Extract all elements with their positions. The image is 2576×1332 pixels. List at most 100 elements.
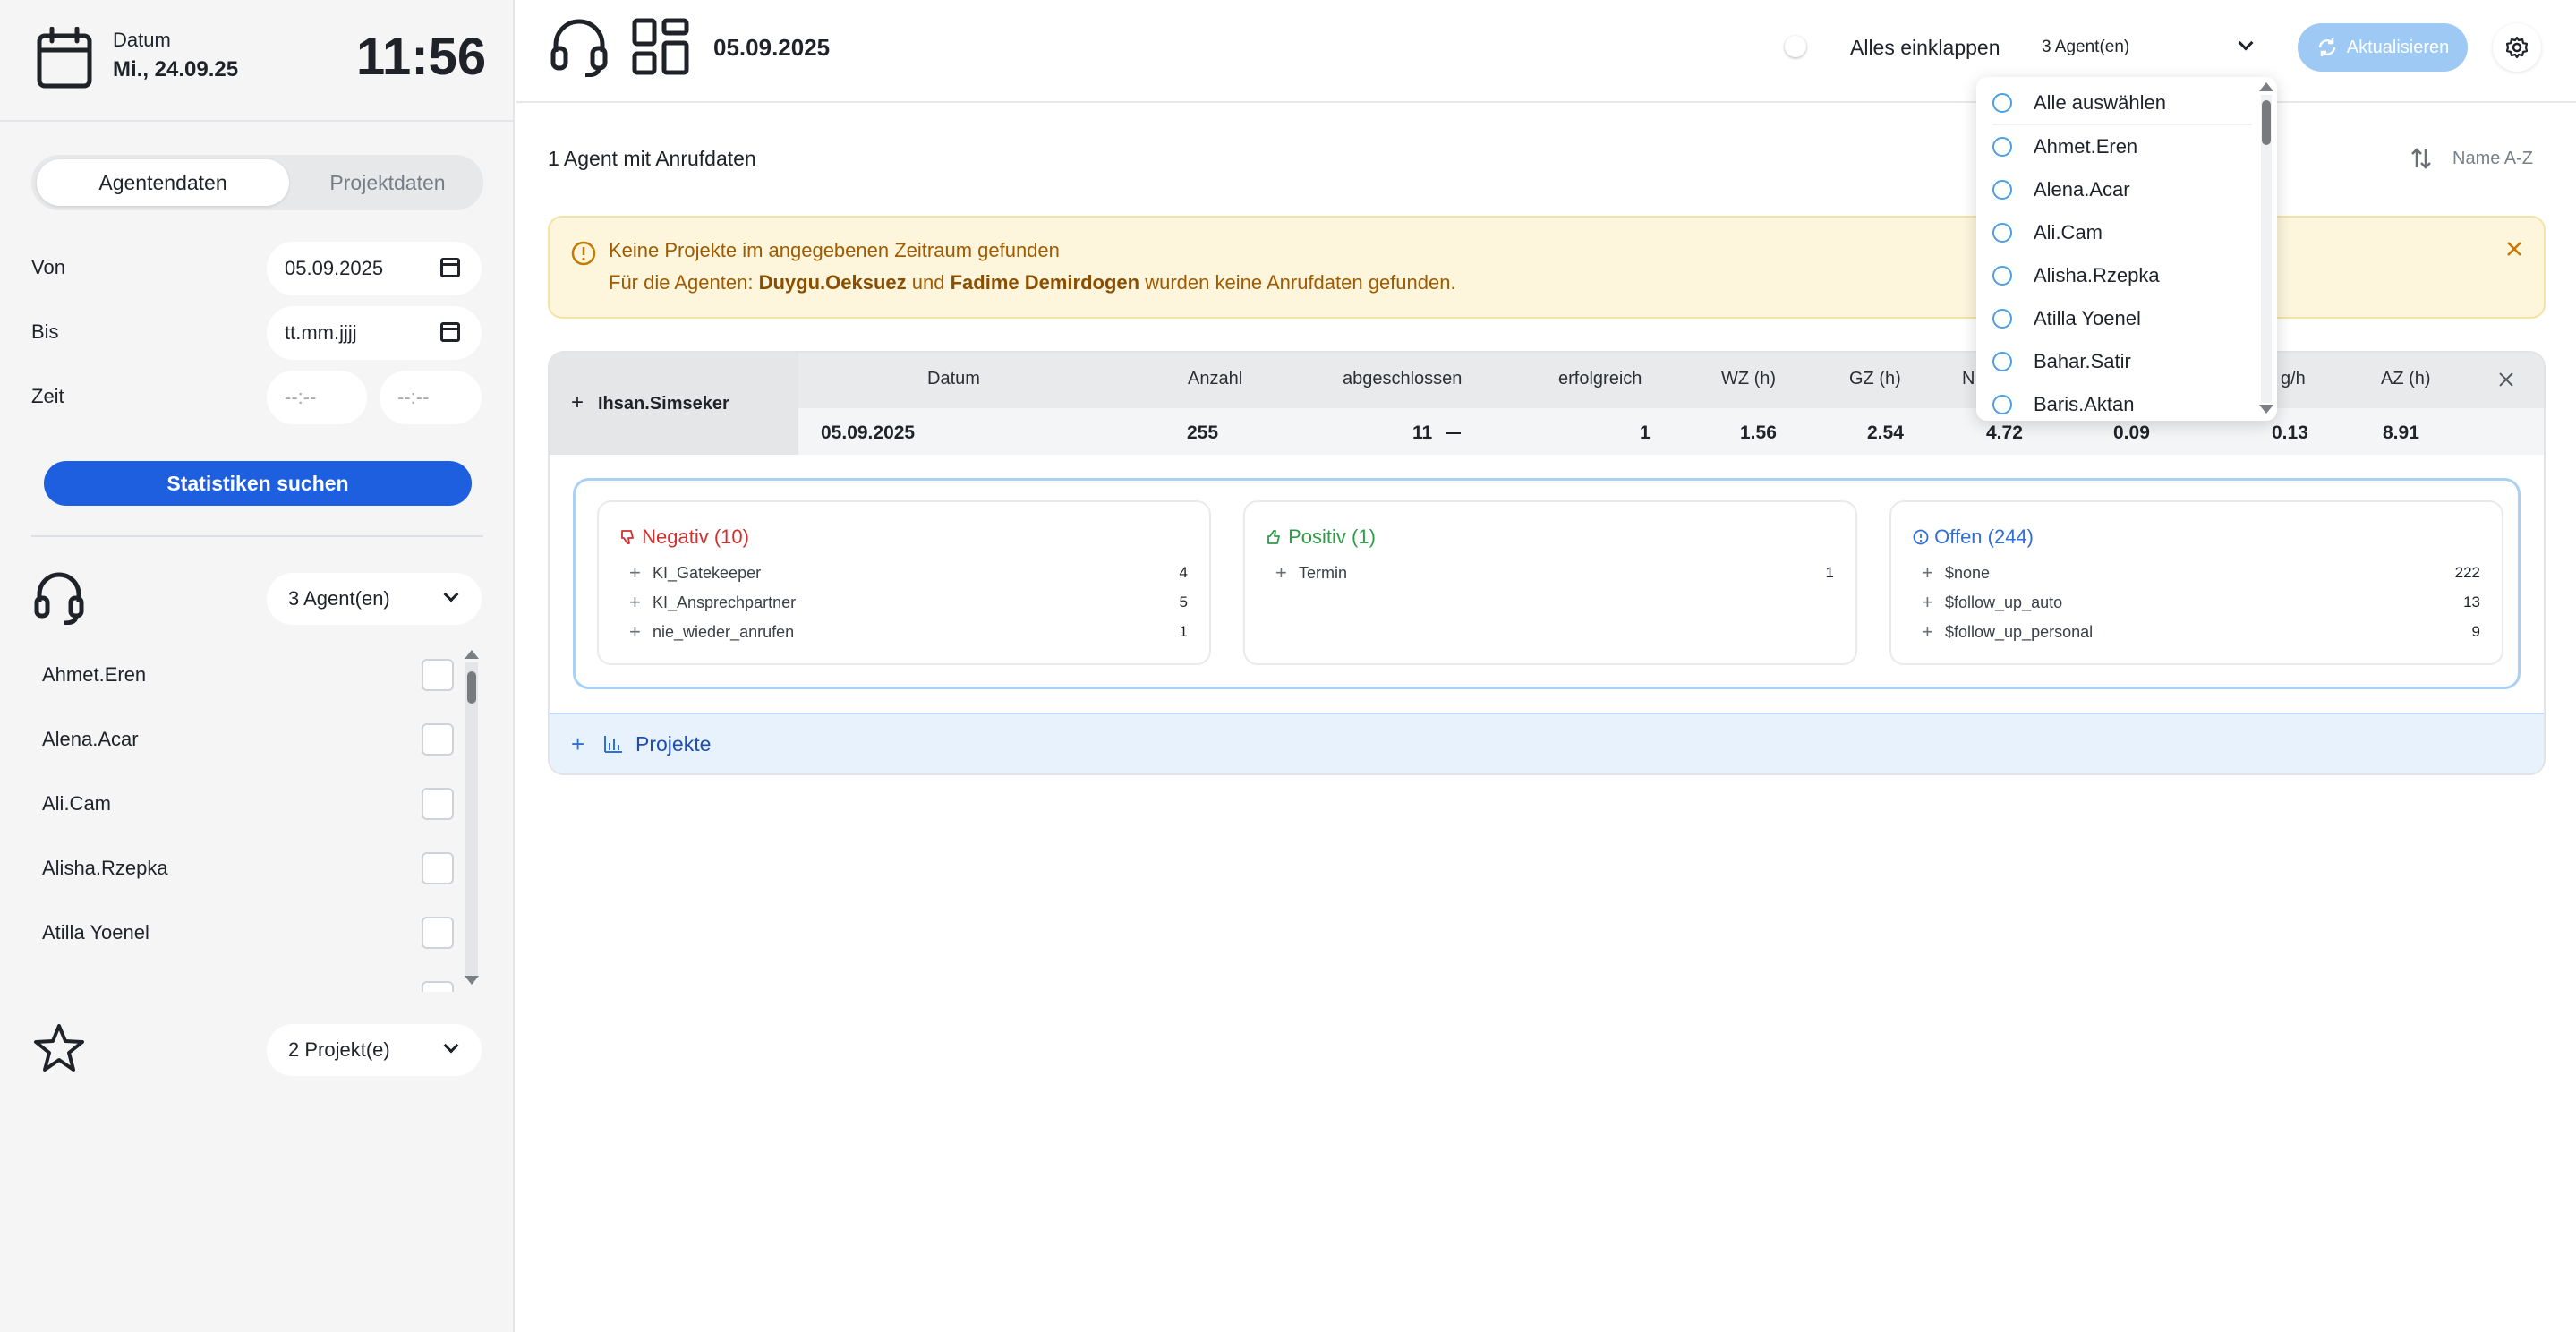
plus-icon[interactable]: +	[1922, 561, 1945, 585]
sidebar-header: Datum Mi., 24.09.25 11:56	[0, 0, 515, 122]
alert-body: Für die Agenten: Duygu.Oeksuez und Fadim…	[609, 271, 1456, 295]
list-item[interactable]: + $follow_up_auto 13	[1922, 589, 2480, 616]
calendar-picker-icon[interactable]	[440, 322, 460, 342]
col-datum: Datum	[927, 369, 980, 388]
result-count: 222	[2454, 564, 2480, 581]
list-item[interactable]: Atilla Yoenel	[1992, 297, 2252, 340]
agent-cell[interactable]: + Ihsan.Simseker	[550, 353, 798, 455]
plus-icon[interactable]: +	[629, 591, 653, 614]
expand-plus-icon[interactable]: +	[571, 390, 584, 415]
radio-icon[interactable]	[1992, 352, 2012, 371]
list-item[interactable]: Ahmet.Eren	[42, 643, 454, 707]
header-agents-select[interactable]: 3 Agent(en)	[2020, 23, 2276, 72]
date-value: Mi., 24.09.25	[113, 57, 239, 81]
search-statistics-button[interactable]: Statistiken suchen	[44, 461, 472, 506]
scrollbar-thumb[interactable]	[467, 671, 476, 704]
plus-icon[interactable]: +	[571, 730, 584, 758]
radio-icon[interactable]	[1992, 309, 2012, 329]
agent-list-scrollbar[interactable]	[465, 662, 478, 976]
list-item[interactable]: Alisha.Rzepka	[42, 836, 454, 901]
radio-icon[interactable]	[1992, 180, 2012, 200]
radio-icon[interactable]	[1992, 137, 2012, 157]
agent-checkbox[interactable]	[422, 723, 454, 756]
headset-icon	[34, 572, 84, 625]
alert-suffix: wurden keine Anrufdaten gefunden.	[1145, 271, 1456, 294]
list-item[interactable]: + $follow_up_personal 9	[1922, 619, 2480, 645]
grid-icon[interactable]	[632, 18, 689, 75]
scroll-down-arrow-icon[interactable]	[465, 976, 479, 985]
offen-title[interactable]: Offen (244)	[1913, 525, 2034, 549]
cell-col8: 0.09	[2113, 423, 2150, 443]
time-to-input[interactable]: --:--	[380, 371, 482, 424]
agent-checkbox[interactable]	[422, 917, 454, 949]
col-anzahl: Anzahl	[1188, 369, 1243, 388]
close-icon[interactable]	[2504, 239, 2524, 259]
positiv-title[interactable]: Positiv (1)	[1267, 525, 1376, 549]
agent-checkbox[interactable]	[422, 852, 454, 884]
plus-icon[interactable]: +	[629, 620, 653, 644]
list-item[interactable]: Ali.Cam	[42, 772, 454, 836]
scroll-down-arrow-icon[interactable]	[2259, 405, 2273, 414]
list-item[interactable]	[42, 965, 454, 992]
negativ-title[interactable]: Negativ (10)	[620, 525, 749, 549]
radio-icon[interactable]	[1992, 223, 2012, 243]
list-item[interactable]: Alisha.Rzepka	[1992, 254, 2252, 297]
cell-gz: 2.54	[1867, 423, 1904, 443]
chevron-down-icon	[443, 1037, 459, 1054]
agent-checkbox[interactable]	[422, 659, 454, 691]
projects-select[interactable]: 2 Projekt(e)	[267, 1024, 482, 1076]
to-date-input[interactable]: tt.mm.jjjj	[267, 306, 482, 360]
list-item[interactable]: Ali.Cam	[1992, 211, 2252, 254]
plus-icon[interactable]: +	[1922, 591, 1945, 614]
list-item[interactable]: Bahar.Satir	[1992, 340, 2252, 383]
result-label: $follow_up_personal	[1945, 622, 2094, 641]
option-label: Baris.Aktan	[2034, 393, 2135, 415]
tab-agentendaten[interactable]: Agentendaten	[37, 159, 289, 206]
projects-expander[interactable]: + Projekte	[550, 713, 2544, 773]
list-item[interactable]: Baris.Aktan	[1992, 383, 2252, 421]
negativ-panel: Negativ (10) + KI_Gatekeeper 4 + KI_Ansprec…	[597, 500, 1211, 665]
agent-checkbox[interactable]	[422, 788, 454, 820]
offen-panel: Offen (244) + $none 222 + $follow_up_auto 13…	[1889, 500, 2503, 665]
list-item[interactable]: Ahmet.Eren	[1992, 125, 2252, 168]
thumbs-down-icon	[621, 530, 634, 544]
list-item[interactable]: + $none 222	[1922, 559, 2480, 586]
agent-checkbox[interactable]	[422, 981, 454, 992]
refresh-label: Aktualisieren	[2346, 37, 2450, 57]
list-item[interactable]: + KI_Ansprechpartner 5	[629, 589, 1188, 616]
list-item[interactable]: + KI_Gatekeeper 4	[629, 559, 1188, 586]
list-item[interactable]: Atilla Yoenel	[42, 901, 454, 965]
plus-icon[interactable]: +	[629, 561, 653, 585]
list-item[interactable]: + Termin 1	[1275, 559, 1834, 586]
sort-label[interactable]: Name A-Z	[2452, 149, 2533, 169]
plus-icon[interactable]: +	[1922, 620, 1945, 644]
refresh-button[interactable]: Aktualisieren	[2298, 23, 2468, 72]
option-label: Ahmet.Eren	[2034, 135, 2138, 158]
from-date-input[interactable]: 05.09.2025	[267, 242, 482, 295]
radio-icon[interactable]	[1992, 395, 2012, 414]
result-count: 9	[2471, 623, 2480, 640]
select-all-option[interactable]: Alle auswählen	[1992, 82, 2252, 125]
headset-icon[interactable]	[550, 18, 609, 77]
calendar-picker-icon[interactable]	[440, 258, 460, 278]
list-item[interactable]: + nie_wieder_anrufen 1	[629, 619, 1188, 645]
close-icon[interactable]	[2497, 371, 2515, 388]
radio-icon[interactable]	[1992, 266, 2012, 286]
radio-icon[interactable]	[1992, 93, 2012, 113]
tab-projektdaten[interactable]: Projektdaten	[296, 159, 479, 206]
toggle-knob[interactable]	[1785, 36, 1806, 57]
sort-icon[interactable]	[2410, 147, 2433, 170]
scroll-up-arrow-icon[interactable]	[465, 650, 479, 659]
scrollbar-thumb[interactable]	[2262, 100, 2271, 145]
result-count: 1	[1825, 564, 1834, 581]
time-from-input[interactable]: --:--	[267, 371, 367, 424]
alert-agent-1: Duygu.Oeksuez	[758, 271, 907, 294]
agents-select[interactable]: 3 Agent(en)	[267, 573, 482, 625]
sidebar: Datum Mi., 24.09.25 11:56 Agentendaten P…	[0, 0, 515, 1332]
cell-anzahl: 255	[1187, 423, 1219, 443]
settings-button[interactable]	[2493, 23, 2541, 72]
plus-icon[interactable]: +	[1275, 561, 1299, 585]
list-item[interactable]: Alena.Acar	[1992, 168, 2252, 211]
list-item[interactable]: Alena.Acar	[42, 707, 454, 772]
scroll-up-arrow-icon[interactable]	[2259, 82, 2273, 91]
